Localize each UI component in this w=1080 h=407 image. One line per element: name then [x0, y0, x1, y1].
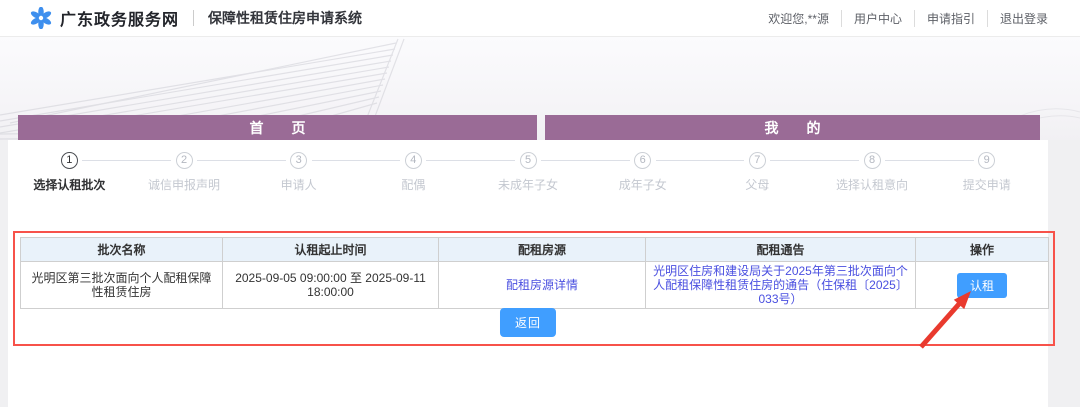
step-label: 未成年子女 [498, 178, 559, 192]
step-label: 选择认租意向 [836, 178, 909, 192]
time-range-cell: 2025-09-05 09:00:00 至 2025-09-11 18:00:0… [222, 261, 439, 309]
col-batch-name: 批次名称 [20, 237, 223, 262]
notice-cell: 光明区住房和建设局关于2025年第三批次面向个人配租保障性租赁住房的通告（住保租… [645, 261, 916, 309]
step-5-minor-children: 5 未成年子女 [471, 152, 630, 193]
welcome-text: 欢迎您,**源 [768, 11, 829, 26]
step-9-submit: 9 提交申请 [929, 152, 1044, 193]
site-title: 广东政务服务网 [60, 12, 180, 29]
notice-link[interactable]: 光明区住房和建设局关于2025年第三批次面向个人配租保障性租赁住房的通告（住保租… [653, 264, 908, 306]
batch-table-zone: 批次名称 认租起止时间 配租房源 配租通告 操作 光明区第三批次面向个人配租保障… [20, 237, 1049, 309]
title-divider [193, 10, 195, 26]
col-action: 操作 [915, 237, 1049, 262]
banner: 首 页 我 的 [0, 37, 1080, 140]
step-2-integrity-declaration: 2 诚信申报声明 [127, 152, 286, 193]
step-label: 选择认租批次 [33, 178, 106, 192]
step-circle: 6 [634, 152, 652, 169]
step-label: 父母 [745, 178, 770, 192]
rent-button[interactable]: 认租 [956, 272, 1007, 298]
main-panel: 1 选择认租批次 2 诚信申报声明 3 申请人 4 配偶 5 未成年子女 6 成… [8, 140, 1049, 407]
step-1-select-batch: 1 选择认租批次 [12, 152, 171, 193]
app-title: 保障性租赁住房申请系统 [208, 10, 363, 26]
table-row: 光明区第三批次面向个人配租保障性租赁住房 2025-09-05 09:00:00… [20, 261, 1049, 309]
house-detail-link[interactable]: 配租房源详情 [506, 278, 578, 292]
table-header-row: 批次名称 认租起止时间 配租房源 配租通告 操作 [20, 237, 1049, 262]
col-notice: 配租通告 [645, 237, 916, 262]
step-label: 申请人 [280, 178, 317, 192]
col-time-range: 认租起止时间 [222, 237, 439, 262]
tab-home[interactable]: 首 页 [18, 115, 537, 140]
step-circle: 8 [863, 152, 881, 169]
step-circle: 4 [404, 152, 422, 169]
top-bar: 广东政务服务网 保障性租赁住房申请系统 欢迎您,**源 用户中心 申请指引 退出… [0, 0, 1080, 37]
step-circle: 2 [175, 152, 193, 169]
batch-name-cell: 光明区第三批次面向个人配租保障性租赁住房 [20, 261, 223, 309]
step-3-applicant: 3 申请人 [241, 152, 400, 193]
step-label: 配偶 [401, 178, 426, 192]
step-indicator: 1 选择认租批次 2 诚信申报声明 3 申请人 4 配偶 5 未成年子女 6 成… [12, 152, 1044, 193]
step-6-adult-children: 6 成年子女 [585, 152, 744, 193]
house-source-cell: 配租房源详情 [438, 261, 646, 309]
step-label: 诚信申报声明 [148, 178, 221, 192]
action-cell: 认租 [915, 261, 1049, 309]
step-label: 提交申请 [962, 178, 1011, 192]
apply-guide-link[interactable]: 申请指引 [913, 9, 987, 27]
step-circle: 1 [60, 152, 78, 169]
step-4-spouse: 4 配偶 [356, 152, 515, 193]
step-circle: 5 [519, 152, 537, 169]
step-circle: 7 [748, 152, 766, 169]
step-8-rental-intention: 8 选择认租意向 [815, 152, 974, 193]
back-button[interactable]: 返回 [499, 308, 557, 337]
user-center-link[interactable]: 用户中心 [840, 9, 914, 27]
step-label: 成年子女 [618, 178, 667, 192]
step-7-parents: 7 父母 [700, 152, 859, 193]
step-circle: 3 [290, 152, 308, 169]
gov-logo-icon [30, 7, 52, 29]
logout-link[interactable]: 退出登录 [986, 9, 1060, 27]
tab-mine[interactable]: 我 的 [545, 115, 1040, 140]
col-house-source: 配租房源 [438, 237, 646, 262]
step-circle: 9 [978, 152, 996, 169]
batch-table: 批次名称 认租起止时间 配租房源 配租通告 操作 光明区第三批次面向个人配租保障… [20, 237, 1049, 309]
